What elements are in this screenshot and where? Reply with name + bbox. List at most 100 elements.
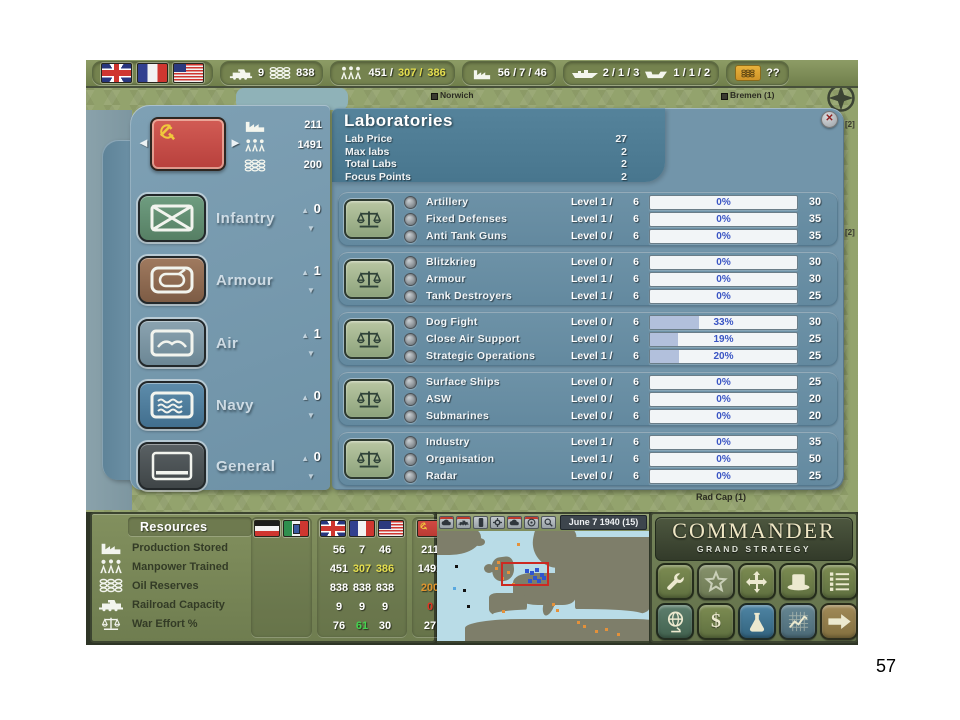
statistics-button[interactable] <box>779 603 817 640</box>
tech-radio[interactable] <box>404 212 417 226</box>
command-buttons: $ <box>656 563 858 640</box>
france-flag-button[interactable] <box>137 63 168 83</box>
resource-value: 838 <box>375 581 395 594</box>
unit-count-down-button[interactable]: ▼ <box>307 224 315 233</box>
close-button[interactable]: ✕ <box>821 111 838 128</box>
unit-count-up-button[interactable]: ▲ <box>301 454 309 463</box>
tech-level-max: 6 <box>633 350 639 362</box>
unit-count-up-button[interactable]: ▲ <box>301 331 309 340</box>
lab-focus-scales-button[interactable] <box>344 259 394 299</box>
wrench-button[interactable] <box>656 563 694 600</box>
italy-flag[interactable] <box>283 520 309 537</box>
slide-background: Norwich Bremen (1) Rad Cap (1) [2] [2] 9… <box>0 0 960 720</box>
next-nation-button[interactable]: ► <box>229 135 242 150</box>
manpower-icon <box>339 66 363 80</box>
uk-flag-button[interactable] <box>101 63 132 83</box>
tech-radio[interactable] <box>404 195 417 209</box>
tech-radio[interactable] <box>404 272 417 286</box>
navy-icon <box>148 390 196 420</box>
tech-radio[interactable] <box>404 469 417 483</box>
minimap-toggle-rail-button[interactable] <box>456 516 471 529</box>
resource-label: Manpower Trained <box>132 560 229 573</box>
minimap-landmass <box>465 619 649 641</box>
tophat-button[interactable] <box>779 563 817 600</box>
france-flag[interactable] <box>349 520 375 537</box>
tech-radio[interactable] <box>404 375 417 389</box>
star-button[interactable] <box>697 563 735 600</box>
minimap-toggle-units-button[interactable] <box>473 516 488 529</box>
germany-flag[interactable] <box>254 520 280 537</box>
minimap-toggle-options-button[interactable] <box>490 516 505 529</box>
tech-row: Surface Ships Level 0 / 6 0% 25 <box>402 374 832 390</box>
lab-focus-scales-button[interactable] <box>344 379 394 419</box>
tech-cost: 25 <box>808 470 822 482</box>
tech-row: Submarines Level 0 / 6 0% 20 <box>402 408 832 424</box>
tech-radio[interactable] <box>404 392 417 406</box>
unit-count-down-button[interactable]: ▼ <box>307 411 315 420</box>
tech-radio[interactable] <box>404 435 417 449</box>
tech-level-max: 6 <box>633 393 639 405</box>
tech-cost: 30 <box>808 273 822 285</box>
unit-category-list: Infantry ▲ 0 ▼ Armour ▲ 1 ▼ Air ▲ 1 ▼ Na… <box>130 193 330 490</box>
tech-radio[interactable] <box>404 409 417 423</box>
minimap-toggle-fog-button[interactable] <box>507 516 522 529</box>
globe-button[interactable] <box>656 603 694 640</box>
unit-count-down-button[interactable]: ▼ <box>307 286 315 295</box>
city-label-bremen: Bremen (1) <box>730 90 775 100</box>
tech-radio[interactable] <box>404 315 417 329</box>
hex-number-label: [2] <box>845 120 855 129</box>
minimap-toggle-control-button[interactable] <box>524 516 539 529</box>
minimap-viewport-rect[interactable] <box>501 562 549 586</box>
navy-unit-button[interactable] <box>138 381 206 429</box>
tech-cost: 25 <box>808 376 822 388</box>
next-turn-button[interactable] <box>820 603 858 640</box>
tech-row: Artillery Level 1 / 6 0% 30 <box>402 194 832 210</box>
air-unit-button[interactable] <box>138 319 206 367</box>
uk-flag[interactable] <box>320 520 346 537</box>
manpower-icon <box>244 138 266 153</box>
lab-focus-scales-button[interactable] <box>344 439 394 479</box>
finance-button[interactable]: $ <box>697 603 735 640</box>
move-cross-icon <box>745 570 769 594</box>
ships-value: 2 / 1 / 3 <box>602 67 640 79</box>
lab-focus-scales-button[interactable] <box>344 319 394 359</box>
research-button[interactable] <box>738 603 776 640</box>
tech-progress-label: 0% <box>716 213 731 225</box>
tech-radio[interactable] <box>404 289 417 303</box>
general-unit-button[interactable] <box>138 442 206 490</box>
tech-radio[interactable] <box>404 229 417 243</box>
unit-count-up-button[interactable]: ▲ <box>301 393 309 402</box>
top-naval-group: 2 / 1 / 3 1 / 1 / 2 <box>562 61 720 85</box>
tech-radio[interactable] <box>404 349 417 363</box>
tech-progress-label: 0% <box>716 470 731 482</box>
unit-label: Navy <box>216 396 254 414</box>
tech-radio[interactable] <box>404 332 417 346</box>
usa-flag-button[interactable] <box>173 63 204 83</box>
list-button[interactable] <box>820 563 858 600</box>
oil-icon <box>244 158 266 173</box>
minimap-zoom-button[interactable] <box>541 516 556 529</box>
minimap[interactable] <box>437 531 649 641</box>
tech-level-max: 6 <box>633 410 639 422</box>
infantry-unit-button[interactable] <box>138 194 206 242</box>
move-button[interactable] <box>738 563 776 600</box>
previous-nation-button[interactable]: ◄ <box>137 135 150 150</box>
lab-group-air: Dog Fight Level 0 / 6 33% 30 Close Air S… <box>338 312 838 366</box>
tech-level-max: 6 <box>633 333 639 345</box>
lab-focus-scales-button[interactable] <box>344 199 394 239</box>
unit-count-down-button[interactable]: ▼ <box>307 472 315 481</box>
minimap-toggle-weather-button[interactable] <box>439 516 454 529</box>
usa-flag[interactable] <box>378 520 404 537</box>
tech-radio[interactable] <box>404 255 417 269</box>
tech-progress-label: 0% <box>716 410 731 422</box>
armour-unit-button[interactable] <box>138 256 206 304</box>
tech-name: Blitzkrieg <box>426 256 477 268</box>
unit-count-up-button[interactable]: ▲ <box>301 206 309 215</box>
resource-label: Production Stored <box>132 541 228 554</box>
lab-info-value: 2 <box>621 158 627 170</box>
unit-row-armour: Armour ▲ 1 ▼ <box>138 256 322 304</box>
tech-radio[interactable] <box>404 452 417 466</box>
unit-count-up-button[interactable]: ▲ <box>301 268 309 277</box>
tech-level: Level 1 / <box>571 213 613 225</box>
unit-count-down-button[interactable]: ▼ <box>307 349 315 358</box>
